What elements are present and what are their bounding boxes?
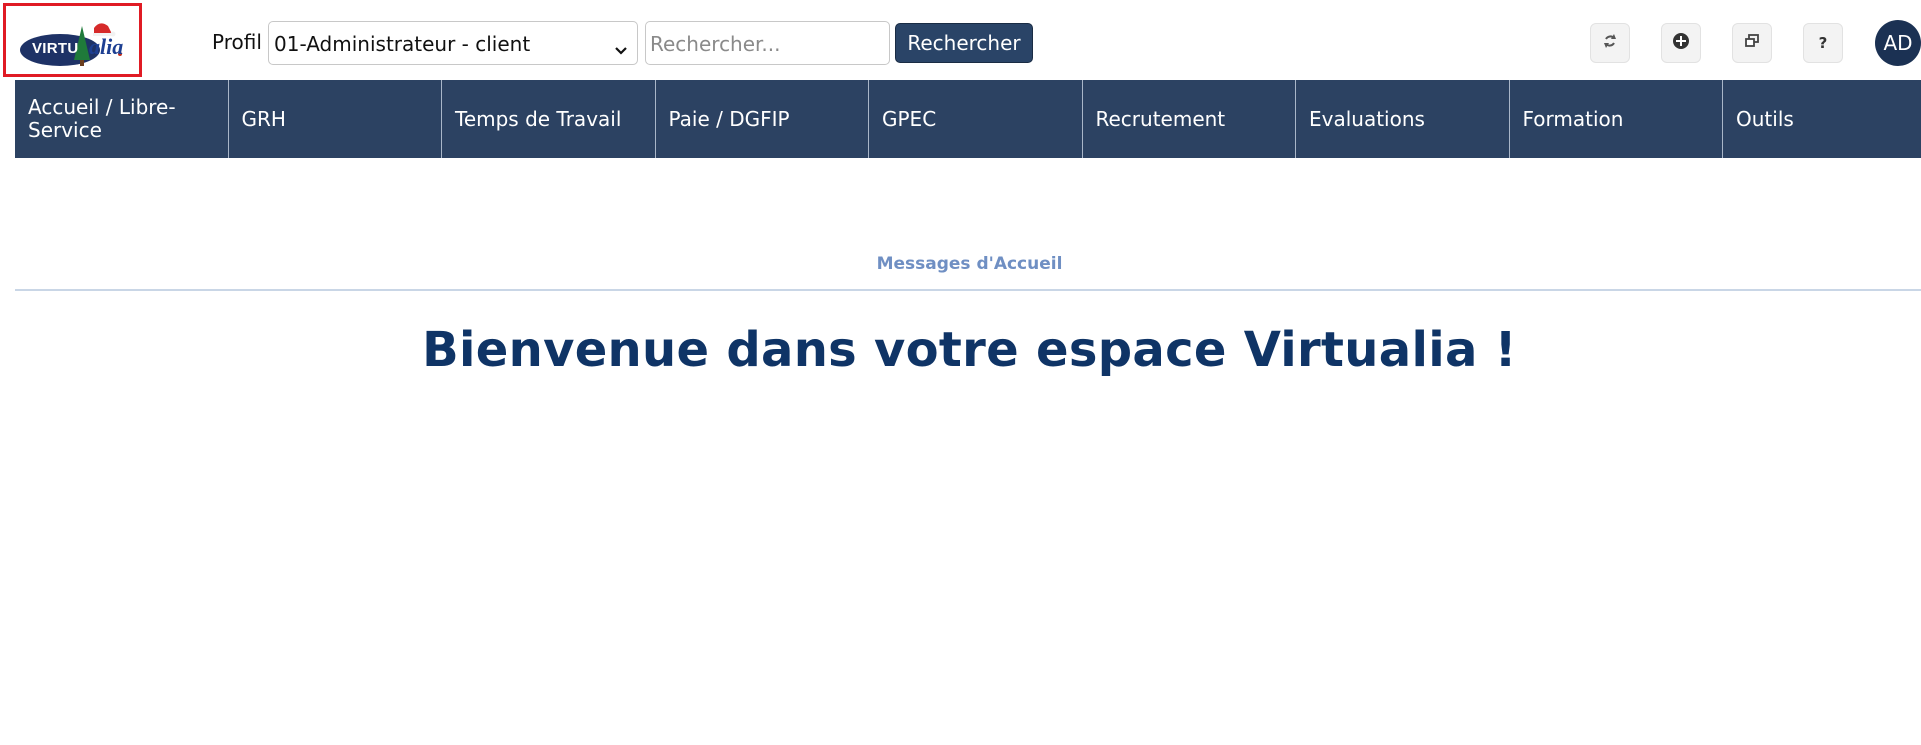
nav-item-paie[interactable]: Paie / DGFIP <box>656 80 869 158</box>
logo-text-alia: alia <box>89 34 124 59</box>
welcome-heading: Bienvenue dans votre espace Virtualia ! <box>422 322 1517 378</box>
main-nav: Accueil / Libre-Service GRH Temps de Tra… <box>15 80 1921 158</box>
profil-label: Profil <box>212 30 262 54</box>
new-window-icon <box>1744 33 1760 53</box>
search-placeholder: Rechercher... <box>650 32 781 56</box>
help-button[interactable]: ? <box>1803 23 1843 63</box>
header: VIRTU alia Profil 01-Administrateur - cl… <box>0 0 1921 80</box>
nav-item-evaluations[interactable]: Evaluations <box>1296 80 1510 158</box>
chevron-down-icon <box>614 37 628 61</box>
new-window-button[interactable] <box>1732 23 1772 63</box>
logo-text-virtu: VIRTU <box>32 40 79 57</box>
logo[interactable]: VIRTU alia <box>3 3 142 77</box>
search-button[interactable]: Rechercher <box>895 23 1033 63</box>
avatar[interactable]: AD <box>1875 20 1921 66</box>
add-button[interactable] <box>1661 23 1701 63</box>
nav-item-grh[interactable]: GRH <box>229 80 442 158</box>
profil-select-value: 01-Administrateur - client <box>274 32 531 56</box>
refresh-button[interactable] <box>1590 23 1630 63</box>
divider <box>15 289 1921 291</box>
help-icon: ? <box>1818 34 1828 52</box>
nav-item-outils[interactable]: Outils <box>1723 80 1921 158</box>
plus-circle-icon <box>1672 32 1690 54</box>
nav-item-temps-de-travail[interactable]: Temps de Travail <box>442 80 656 158</box>
search-input[interactable]: Rechercher... <box>645 21 890 65</box>
nav-item-gpec[interactable]: GPEC <box>869 80 1083 158</box>
nav-item-formation[interactable]: Formation <box>1510 80 1723 158</box>
nav-item-recrutement[interactable]: Recrutement <box>1083 80 1296 158</box>
section-title: Messages d'Accueil <box>876 254 1063 274</box>
profil-select[interactable]: 01-Administrateur - client <box>268 21 638 65</box>
nav-item-accueil[interactable]: Accueil / Libre-Service <box>15 80 229 158</box>
refresh-icon <box>1602 33 1618 53</box>
